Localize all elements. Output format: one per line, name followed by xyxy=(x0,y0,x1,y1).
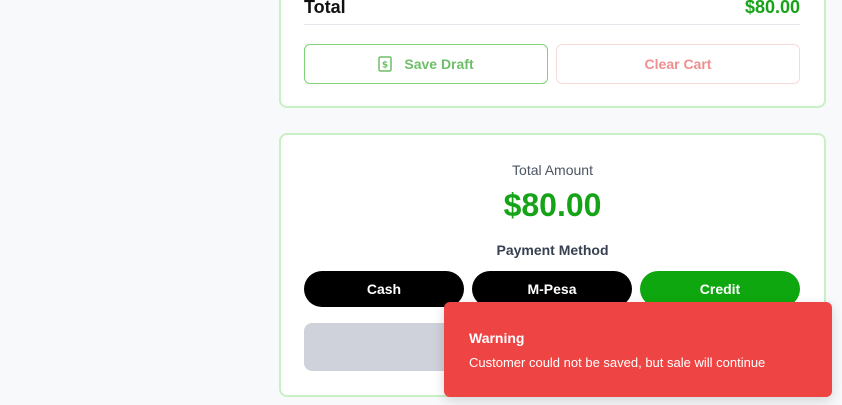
payment-method-cash[interactable]: Cash xyxy=(304,271,464,307)
save-draft-button[interactable]: $ Save Draft xyxy=(304,44,548,84)
toast-message: Customer could not be saved, but sale wi… xyxy=(469,355,766,370)
total-row: Total $80.00 xyxy=(304,0,800,25)
warning-toast: Warning Customer could not be saved, but… xyxy=(444,302,832,397)
toast-title: Warning xyxy=(469,330,525,346)
total-label: Total xyxy=(304,0,346,17)
cart-summary-card: Total $80.00 $ Save Draft Clear Cart xyxy=(279,0,826,108)
receipt-icon: $ xyxy=(378,56,393,72)
svg-text:$: $ xyxy=(382,61,388,71)
total-amount-value: $80.00 xyxy=(503,187,602,223)
total-amount-label: Total Amount xyxy=(512,162,593,178)
total-value: $80.00 xyxy=(744,0,800,17)
clear-cart-label: Clear Cart xyxy=(644,56,712,72)
cart-actions: $ Save Draft Clear Cart xyxy=(304,44,800,84)
payment-method-label: Payment Method xyxy=(496,242,609,258)
clear-cart-button[interactable]: Clear Cart xyxy=(556,44,800,84)
save-draft-label: Save Draft xyxy=(404,56,474,72)
